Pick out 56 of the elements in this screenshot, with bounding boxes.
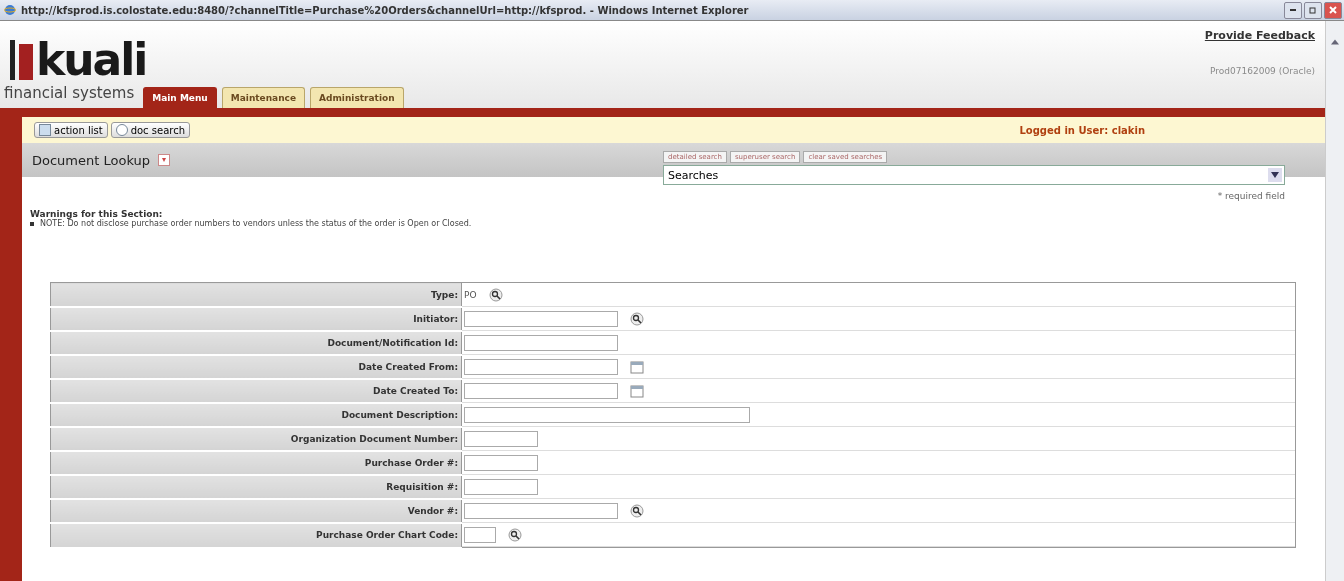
input-field[interactable] xyxy=(464,406,750,423)
search-icon[interactable] xyxy=(488,287,503,302)
field-label: Purchase Order Chart Code: xyxy=(50,523,462,548)
scroll-up-icon[interactable] xyxy=(1331,39,1339,45)
input-field[interactable] xyxy=(464,334,618,351)
input-field[interactable] xyxy=(464,430,538,447)
field-label: Requisition #: xyxy=(50,475,462,499)
input-field[interactable] xyxy=(464,478,538,495)
search-icon[interactable] xyxy=(630,311,644,326)
field-value: PO xyxy=(464,289,477,300)
environment-label: Prod07162009 (Oracle) xyxy=(1210,66,1315,76)
input-field[interactable] xyxy=(464,358,618,375)
input-field[interactable] xyxy=(464,454,538,471)
warnings-title: Warnings for this Section: xyxy=(30,209,163,219)
input-field[interactable] xyxy=(464,526,496,543)
input-field[interactable] xyxy=(464,502,618,519)
field-label: Document Description: xyxy=(50,403,462,427)
nav-tab[interactable]: Maintenance xyxy=(221,87,306,108)
calendar-icon[interactable] xyxy=(630,359,644,374)
field-label: Type: xyxy=(50,282,462,307)
close-button[interactable] xyxy=(1324,1,1342,19)
scrollbar[interactable] xyxy=(1325,21,1344,581)
help-icon[interactable] xyxy=(158,154,171,166)
kuali-logo: kuali xyxy=(36,40,147,80)
logo-block xyxy=(19,44,33,80)
input-field[interactable] xyxy=(464,310,618,327)
caret-icon xyxy=(1271,172,1279,178)
feedback-link[interactable]: Provide Feedback xyxy=(1204,29,1315,42)
calendar-icon[interactable] xyxy=(630,383,644,398)
field-label: Purchase Order #: xyxy=(50,451,462,475)
toolbar-button[interactable]: action list xyxy=(34,122,108,138)
warning-text: NOTE: Do not disclose purchase order numbers to vendors unless the status of the order is Open or Closed. xyxy=(30,219,1325,228)
field-label: Organization Document Number: xyxy=(50,427,462,451)
restore-icon xyxy=(1308,5,1318,15)
window-title: http://kfsprod.is.colostate.edu:8480/?channelTitle=Purchase%20Orders&channelUrl=http://kfsprod. - Windows Internet Explorer xyxy=(21,4,750,16)
logo-tagline: financial systems xyxy=(3,84,136,104)
field-label: Initiator: xyxy=(50,307,462,331)
toolbar-button[interactable]: doc search xyxy=(110,122,191,138)
input-field[interactable] xyxy=(464,382,618,399)
page-title: Document Lookup xyxy=(32,152,151,168)
nav-tab[interactable]: Administration xyxy=(310,87,404,108)
searches-dropdown[interactable]: Searches xyxy=(663,165,1285,185)
minimize-button[interactable] xyxy=(1284,1,1302,19)
search-icon[interactable] xyxy=(630,503,644,518)
required-note: * required field xyxy=(1217,191,1285,201)
nav-tab[interactable]: Main Menu xyxy=(143,87,217,108)
browser-icon xyxy=(4,4,16,16)
minimize-icon xyxy=(1290,9,1296,11)
field-label: Document/Notification Id: xyxy=(50,331,462,355)
close-icon xyxy=(1328,5,1338,15)
logo-bar xyxy=(10,40,15,80)
field-label: Vendor #: xyxy=(50,499,462,523)
field-label: Date Created To: xyxy=(50,379,462,403)
search-icon[interactable] xyxy=(508,527,522,542)
field-label: Date Created From: xyxy=(50,355,462,379)
logged-in-user: Logged in User: clakin xyxy=(1019,124,1145,136)
